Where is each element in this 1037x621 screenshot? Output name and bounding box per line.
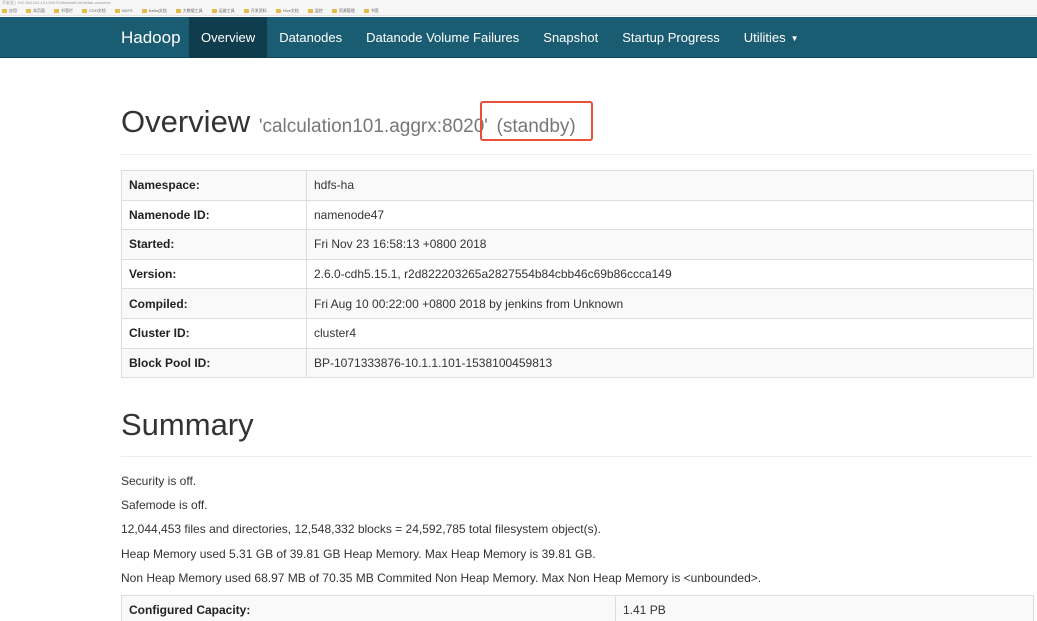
table-row: Block Pool ID: BP-1071333876-10.1.1.101-1… — [121, 347, 1034, 379]
bookmark-item[interactable]: 应用 — [2, 8, 17, 14]
bookmark-item[interactable]: 资源管理 — [331, 8, 355, 14]
folder-icon — [307, 8, 313, 13]
row-key: Namenode ID: — [121, 199, 307, 231]
row-key: Version: — [121, 258, 307, 290]
bookmark-item[interactable]: 大数据工具 — [175, 8, 203, 14]
summary-line: Heap Memory used 5.31 GB of 39.81 GB Hea… — [121, 546, 596, 561]
browser-chrome: 不安全 | 192.168.101.101:50070/dfshealth.ht… — [0, 0, 1037, 16]
top-navbar: Hadoop Overview Datanodes Datanode Volum… — [0, 17, 1037, 58]
folder-icon — [2, 8, 7, 13]
tab-utilities[interactable]: Utilities ▼ — [732, 17, 811, 58]
folder-icon — [82, 8, 87, 13]
row-value: Fri Aug 10 00:22:00 +0800 2018 by jenkin… — [306, 288, 1034, 319]
table-row: Namespace: hdfs-ha — [121, 170, 1034, 201]
table-row: Compiled: Fri Aug 10 00:22:00 +0800 2018 … — [121, 288, 1034, 319]
bookmark-item[interactable]: HDFS — [114, 8, 133, 13]
standby-highlight-box — [480, 101, 593, 141]
row-value: hdfs-ha — [306, 170, 1034, 201]
row-key: Namespace: — [121, 170, 307, 201]
folder-icon — [54, 8, 59, 13]
table-row: Namenode ID: namenode47 — [121, 199, 1034, 231]
folder-icon — [331, 8, 337, 13]
summary-line: Safemode is off. — [121, 498, 208, 513]
row-key: Block Pool ID: — [121, 347, 307, 379]
folder-icon — [141, 8, 147, 13]
chevron-down-icon: ▼ — [790, 34, 799, 43]
capacity-table: Configured Capacity: 1.41 PB — [121, 595, 1034, 621]
brand-logo[interactable]: Hadoop — [121, 17, 181, 58]
folder-icon — [26, 8, 31, 13]
folder-icon — [363, 8, 369, 13]
summary-line: Non Heap Memory used 68.97 MB of 70.35 M… — [121, 570, 762, 585]
row-key: Configured Capacity: — [121, 595, 616, 621]
bookmark-item[interactable]: Kafka文档 — [141, 8, 167, 14]
row-value: cluster4 — [306, 317, 1034, 349]
bookmark-item[interactable]: Hive文档 — [275, 8, 299, 14]
row-key: Started: — [121, 229, 307, 260]
bookmark-item[interactable]: 监控 — [307, 8, 323, 14]
bookmark-item[interactable]: 本页面 — [26, 8, 45, 14]
bookmark-item[interactable]: 运维工具 — [211, 8, 235, 14]
tab-utilities-label: Utilities — [743, 30, 786, 45]
overview-title: Overview — [121, 104, 251, 139]
folder-icon — [114, 8, 120, 13]
tab-snapshot[interactable]: Snapshot — [531, 17, 610, 58]
folder-icon — [175, 8, 181, 13]
table-row: Version: 2.6.0-cdh5.15.1, r2d822203265a28… — [121, 258, 1034, 290]
overview-table: Namespace: hdfs-ha Namenode ID: namenode47… — [121, 170, 1034, 379]
summary-title: Summary — [121, 407, 254, 442]
summary-header: Summary — [121, 404, 1033, 457]
tab-datanode-volume-failures[interactable]: Datanode Volume Failures — [354, 17, 531, 58]
namenode-host: 'calculation101.aggrx:8020' — [258, 116, 488, 137]
row-value: 1.41 PB — [615, 595, 1034, 621]
row-key: Compiled: — [121, 288, 307, 319]
bookmarks-bar: 应用 本页面 书签栏 CDH文档 HDFS Kafka文档 大数据工具 运维工具… — [2, 6, 379, 15]
summary-line: 12,044,453 files and directories, 12,548… — [121, 522, 601, 537]
address-bar[interactable]: 不安全 | 192.168.101.101:50070/dfshealth.ht… — [2, 0, 422, 5]
table-row: Started: Fri Nov 23 16:58:13 +0800 2018 — [121, 229, 1034, 260]
bookmark-item[interactable]: 开发资料 — [243, 8, 267, 14]
bookmark-item[interactable]: 书签栏 — [54, 8, 73, 14]
bookmark-item[interactable]: 书签 — [363, 8, 379, 14]
row-value: Fri Nov 23 16:58:13 +0800 2018 — [306, 229, 1034, 260]
table-row: Configured Capacity: 1.41 PB — [121, 595, 1034, 621]
tab-overview[interactable]: Overview — [189, 17, 268, 58]
row-value: BP-1071333876-10.1.1.101-1538100459813 — [306, 347, 1034, 379]
row-key: Cluster ID: — [121, 317, 307, 349]
row-value: namenode47 — [306, 199, 1034, 231]
nav-menu: Overview Datanodes Datanode Volume Failu… — [189, 17, 811, 58]
folder-icon — [211, 8, 217, 13]
bookmark-item[interactable]: CDH文档 — [82, 8, 106, 14]
tab-datanodes[interactable]: Datanodes — [267, 17, 354, 58]
tab-startup-progress[interactable]: Startup Progress — [610, 17, 732, 58]
table-row: Cluster ID: cluster4 — [121, 317, 1034, 349]
folder-icon — [275, 8, 281, 13]
row-value: 2.6.0-cdh5.15.1, r2d822203265a2827554b84… — [306, 258, 1034, 290]
summary-text: Security is off. Safemode is off. 12,044… — [121, 469, 1033, 590]
folder-icon — [243, 8, 249, 13]
summary-line: Security is off. — [121, 474, 197, 488]
